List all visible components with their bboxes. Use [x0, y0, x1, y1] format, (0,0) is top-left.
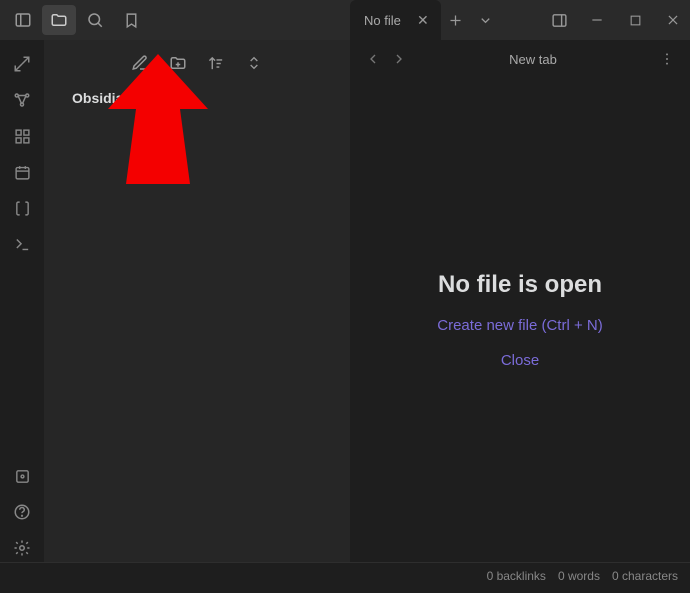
- tab-label: No file: [364, 13, 401, 28]
- sort-icon[interactable]: [204, 51, 228, 75]
- files-tab-icon[interactable]: [42, 5, 76, 35]
- create-new-file-link[interactable]: Create new file (Ctrl + N): [437, 317, 602, 334]
- body: Obsidian Vault New tab No file is open C…: [0, 40, 690, 562]
- search-tab-icon[interactable]: [78, 5, 112, 35]
- sidebar-toggle-icon[interactable]: [6, 5, 40, 35]
- active-tab[interactable]: No file ✕: [350, 0, 441, 40]
- empty-heading: No file is open: [438, 271, 602, 299]
- tab-close-icon[interactable]: ✕: [415, 12, 431, 29]
- file-explorer: Obsidian Vault: [44, 40, 350, 562]
- vault-name[interactable]: Obsidian Vault: [44, 80, 350, 106]
- tab-strip: No file ✕: [350, 0, 690, 40]
- editor-pane: New tab No file is open Create new file …: [350, 40, 690, 562]
- window-controls: [542, 5, 690, 35]
- templates-icon[interactable]: [7, 194, 37, 222]
- view-header: New tab: [350, 40, 690, 78]
- nav-back-icon[interactable]: [360, 46, 386, 72]
- ribbon: [0, 40, 44, 562]
- sidebar-tabs: [0, 5, 350, 35]
- file-explorer-toolbar: [44, 40, 350, 80]
- window-minimize-icon[interactable]: [580, 5, 614, 35]
- right-sidebar-toggle-icon[interactable]: [542, 5, 576, 35]
- command-palette-icon[interactable]: [7, 230, 37, 258]
- tab-dropdown-icon[interactable]: [471, 5, 501, 35]
- status-bar: 0 backlinks 0 words 0 characters: [0, 562, 690, 588]
- window-close-icon[interactable]: [656, 5, 690, 35]
- empty-state: No file is open Create new file (Ctrl + …: [350, 78, 690, 562]
- window-maximize-icon[interactable]: [618, 5, 652, 35]
- new-tab-button[interactable]: [441, 5, 471, 35]
- status-characters[interactable]: 0 characters: [612, 569, 678, 583]
- view-title: New tab: [412, 52, 654, 67]
- collapse-icon[interactable]: [242, 51, 266, 75]
- nav-forward-icon[interactable]: [386, 46, 412, 72]
- vault-icon[interactable]: [7, 462, 37, 490]
- settings-icon[interactable]: [7, 534, 37, 562]
- title-bar: No file ✕: [0, 0, 690, 40]
- new-note-icon[interactable]: [128, 51, 152, 75]
- quick-switcher-icon[interactable]: [7, 50, 37, 78]
- status-words[interactable]: 0 words: [558, 569, 600, 583]
- help-icon[interactable]: [7, 498, 37, 526]
- close-link[interactable]: Close: [501, 352, 539, 369]
- status-backlinks[interactable]: 0 backlinks: [487, 569, 546, 583]
- daily-note-icon[interactable]: [7, 158, 37, 186]
- new-folder-icon[interactable]: [166, 51, 190, 75]
- bookmarks-tab-icon[interactable]: [114, 5, 148, 35]
- graph-view-icon[interactable]: [7, 86, 37, 114]
- canvas-icon[interactable]: [7, 122, 37, 150]
- view-more-icon[interactable]: [654, 46, 680, 72]
